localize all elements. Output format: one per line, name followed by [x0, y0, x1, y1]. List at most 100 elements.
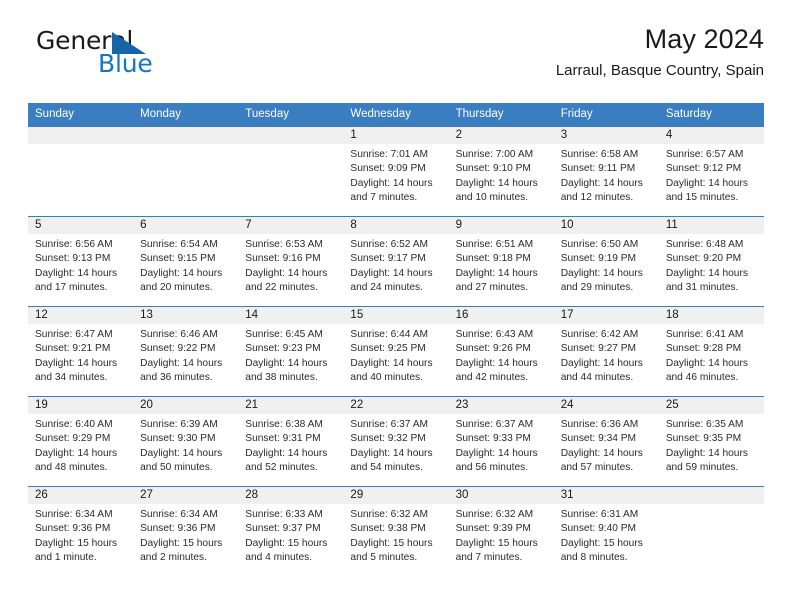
daylight-duration-line1: Daylight: 14 hours	[455, 267, 538, 279]
day-number: 26	[28, 486, 134, 504]
calendar-day-cell[interactable]: 31 Sunrise: 6:31 AM Sunset: 9:40 PM Dayligh…	[553, 485, 659, 577]
calendar-week-row: 5 Sunrise: 6:56 AM Sunset: 9:13 PM Daylight…	[28, 215, 764, 307]
calendar-body: 1 Sunrise: 7:01 AM Sunset: 9:09 PM Daylight…	[28, 125, 764, 577]
sunrise-time: Sunrise: 6:32 AM	[455, 508, 534, 520]
sunset-time: Sunset: 9:32 PM	[350, 433, 426, 445]
calendar-day-cell[interactable]: 1 Sunrise: 7:01 AM Sunset: 9:09 PM Daylight…	[343, 125, 449, 217]
calendar-day-cell[interactable]: 12 Sunrise: 6:47 AM Sunset: 9:21 PM Dayligh…	[28, 305, 134, 397]
calendar-day-cell[interactable]: 19 Sunrise: 6:40 AM Sunset: 9:29 PM Dayligh…	[28, 395, 134, 487]
sunrise-time: Sunrise: 6:32 AM	[350, 508, 429, 520]
calendar-day-cell[interactable]: 30 Sunrise: 6:32 AM Sunset: 9:39 PM Dayligh…	[448, 485, 554, 577]
calendar-day-cell[interactable]: 21 Sunrise: 6:38 AM Sunset: 9:31 PM Dayligh…	[238, 395, 344, 487]
day-number: 2	[448, 126, 554, 144]
daylight-duration-line1: Daylight: 14 hours	[665, 267, 748, 279]
calendar-day-cell[interactable]: 6 Sunrise: 6:54 AM Sunset: 9:15 PM Daylight…	[133, 215, 239, 307]
calendar-day-cell[interactable]: 10 Sunrise: 6:50 AM Sunset: 9:19 PM Dayligh…	[553, 215, 659, 307]
calendar-day-cell[interactable]: 29 Sunrise: 6:32 AM Sunset: 9:38 PM Dayligh…	[343, 485, 449, 577]
logo-text-blue: Blue	[98, 49, 153, 78]
daylight-duration-line2: and 56 minutes.	[455, 462, 529, 474]
day-number: 3	[553, 126, 659, 144]
day-details: Sunrise: 6:57 AM Sunset: 9:12 PM Daylight:…	[659, 144, 764, 206]
daylight-duration-line1: Daylight: 14 hours	[140, 357, 223, 369]
daylight-duration-line2: and 59 minutes.	[665, 462, 739, 474]
sunset-time: Sunset: 9:26 PM	[455, 343, 531, 355]
daylight-duration-line2: and 38 minutes.	[245, 372, 318, 384]
calendar-day-cell[interactable]: 20 Sunrise: 6:39 AM Sunset: 9:30 PM Dayligh…	[133, 395, 239, 487]
calendar-day-cell[interactable]: 14 Sunrise: 6:45 AM Sunset: 9:23 PM Dayligh…	[238, 305, 344, 397]
calendar-day-cell[interactable]: 16 Sunrise: 6:43 AM Sunset: 9:26 PM Dayligh…	[448, 305, 554, 397]
day-cell-inner: 19 Sunrise: 6:40 AM Sunset: 9:29 PM Dayligh…	[28, 396, 134, 486]
day-details: Sunrise: 6:37 AM Sunset: 9:33 PM Daylight:…	[449, 414, 554, 476]
day-number: 5	[28, 216, 134, 234]
day-number: 4	[658, 126, 764, 144]
daylight-duration-line2: and 8 minutes.	[560, 552, 628, 564]
calendar-day-cell[interactable]: 4 Sunrise: 6:57 AM Sunset: 9:12 PM Daylight…	[658, 125, 764, 217]
general-blue-logo[interactable]: General Blue	[36, 26, 266, 90]
sunset-time: Sunset: 9:25 PM	[350, 343, 426, 355]
day-number: 29	[343, 486, 449, 504]
title-block: May 2024 Larraul, Basque Country, Spain	[556, 22, 764, 80]
weekday-header-thursday: Thursday	[448, 103, 554, 127]
day-number: 25	[658, 396, 764, 414]
page-subtitle: Larraul, Basque Country, Spain	[555, 61, 764, 79]
sunrise-time: Sunrise: 6:51 AM	[455, 238, 534, 250]
day-cell-inner: 12 Sunrise: 6:47 AM Sunset: 9:21 PM Dayligh…	[28, 306, 134, 396]
day-details: Sunrise: 6:39 AM Sunset: 9:30 PM Daylight:…	[133, 414, 238, 476]
day-details: Sunrise: 6:54 AM Sunset: 9:15 PM Daylight:…	[133, 234, 238, 296]
day-number: 24	[553, 396, 659, 414]
sunrise-time: Sunrise: 6:36 AM	[560, 418, 639, 430]
sunset-time: Sunset: 9:39 PM	[455, 523, 531, 535]
sunrise-time: Sunrise: 6:52 AM	[350, 238, 429, 250]
calendar-day-cell-empty	[133, 125, 239, 217]
calendar-day-cell[interactable]: 25 Sunrise: 6:35 AM Sunset: 9:35 PM Dayligh…	[658, 395, 764, 487]
daylight-duration-line1: Daylight: 14 hours	[245, 447, 328, 459]
calendar-day-cell[interactable]: 13 Sunrise: 6:46 AM Sunset: 9:22 PM Dayligh…	[133, 305, 239, 397]
daylight-duration-line1: Daylight: 14 hours	[350, 267, 433, 279]
sunrise-time: Sunrise: 6:45 AM	[245, 328, 323, 340]
daylight-duration-line1: Daylight: 14 hours	[665, 447, 748, 459]
day-cell-inner	[28, 126, 134, 216]
daylight-duration-line2: and 22 minutes.	[245, 282, 318, 294]
calendar-day-cell[interactable]: 23 Sunrise: 6:37 AM Sunset: 9:33 PM Dayligh…	[448, 395, 554, 487]
page-title: May 2024	[644, 24, 764, 54]
calendar-day-cell[interactable]: 7 Sunrise: 6:53 AM Sunset: 9:16 PM Daylight…	[238, 215, 344, 307]
calendar-day-cell[interactable]: 15 Sunrise: 6:44 AM Sunset: 9:25 PM Dayligh…	[343, 305, 449, 397]
calendar-day-cell[interactable]: 8 Sunrise: 6:52 AM Sunset: 9:17 PM Daylight…	[343, 215, 449, 307]
sunrise-time: Sunrise: 6:53 AM	[245, 238, 323, 250]
daylight-duration-line1: Daylight: 15 hours	[140, 537, 223, 549]
day-number: 30	[448, 486, 554, 504]
calendar-day-cell[interactable]: 3 Sunrise: 6:58 AM Sunset: 9:11 PM Daylight…	[553, 125, 659, 217]
calendar-day-cell[interactable]: 5 Sunrise: 6:56 AM Sunset: 9:13 PM Daylight…	[28, 215, 134, 307]
weekday-header-tuesday: Tuesday	[238, 103, 344, 127]
day-number: 9	[448, 216, 554, 234]
sunrise-time: Sunrise: 7:01 AM	[350, 148, 429, 160]
sunset-time: Sunset: 9:15 PM	[140, 253, 216, 265]
day-number: 16	[448, 306, 554, 324]
daylight-duration-line2: and 20 minutes.	[140, 282, 213, 294]
weekday-header-saturday: Saturday	[658, 103, 764, 127]
sunrise-time: Sunrise: 6:37 AM	[455, 418, 534, 430]
sunrise-time: Sunrise: 6:33 AM	[245, 508, 323, 520]
day-details: Sunrise: 6:47 AM Sunset: 9:21 PM Daylight:…	[28, 324, 133, 386]
day-number	[133, 126, 239, 144]
daylight-duration-line1: Daylight: 14 hours	[560, 267, 643, 279]
daylight-duration-line2: and 57 minutes.	[560, 462, 634, 474]
calendar-day-cell[interactable]: 18 Sunrise: 6:41 AM Sunset: 9:28 PM Dayligh…	[658, 305, 764, 397]
calendar-day-cell[interactable]: 27 Sunrise: 6:34 AM Sunset: 9:36 PM Dayligh…	[133, 485, 239, 577]
calendar-day-cell[interactable]: 17 Sunrise: 6:42 AM Sunset: 9:27 PM Dayligh…	[553, 305, 659, 397]
weekday-header-row: Sunday Monday Tuesday Wednesday Thursday…	[28, 103, 764, 127]
calendar-day-cell[interactable]: 28 Sunrise: 6:33 AM Sunset: 9:37 PM Dayligh…	[238, 485, 344, 577]
calendar-day-cell[interactable]: 11 Sunrise: 6:48 AM Sunset: 9:20 PM Dayligh…	[658, 215, 764, 307]
calendar-day-cell[interactable]: 2 Sunrise: 7:00 AM Sunset: 9:10 PM Daylight…	[448, 125, 554, 217]
calendar-day-cell[interactable]: 22 Sunrise: 6:37 AM Sunset: 9:32 PM Dayligh…	[343, 395, 449, 487]
weekday-header-sunday: Sunday	[28, 103, 134, 127]
day-details: Sunrise: 6:45 AM Sunset: 9:23 PM Daylight:…	[238, 324, 343, 386]
sunset-time: Sunset: 9:36 PM	[35, 523, 111, 535]
daylight-duration-line1: Daylight: 14 hours	[140, 447, 223, 459]
daylight-duration-line2: and 27 minutes.	[455, 282, 529, 294]
calendar-day-cell[interactable]: 9 Sunrise: 6:51 AM Sunset: 9:18 PM Daylight…	[448, 215, 554, 307]
sunset-time: Sunset: 9:36 PM	[140, 523, 216, 535]
calendar-day-cell[interactable]: 26 Sunrise: 6:34 AM Sunset: 9:36 PM Dayligh…	[28, 485, 134, 577]
calendar-day-cell[interactable]: 24 Sunrise: 6:36 AM Sunset: 9:34 PM Dayligh…	[553, 395, 659, 487]
sunset-time: Sunset: 9:17 PM	[350, 253, 426, 265]
